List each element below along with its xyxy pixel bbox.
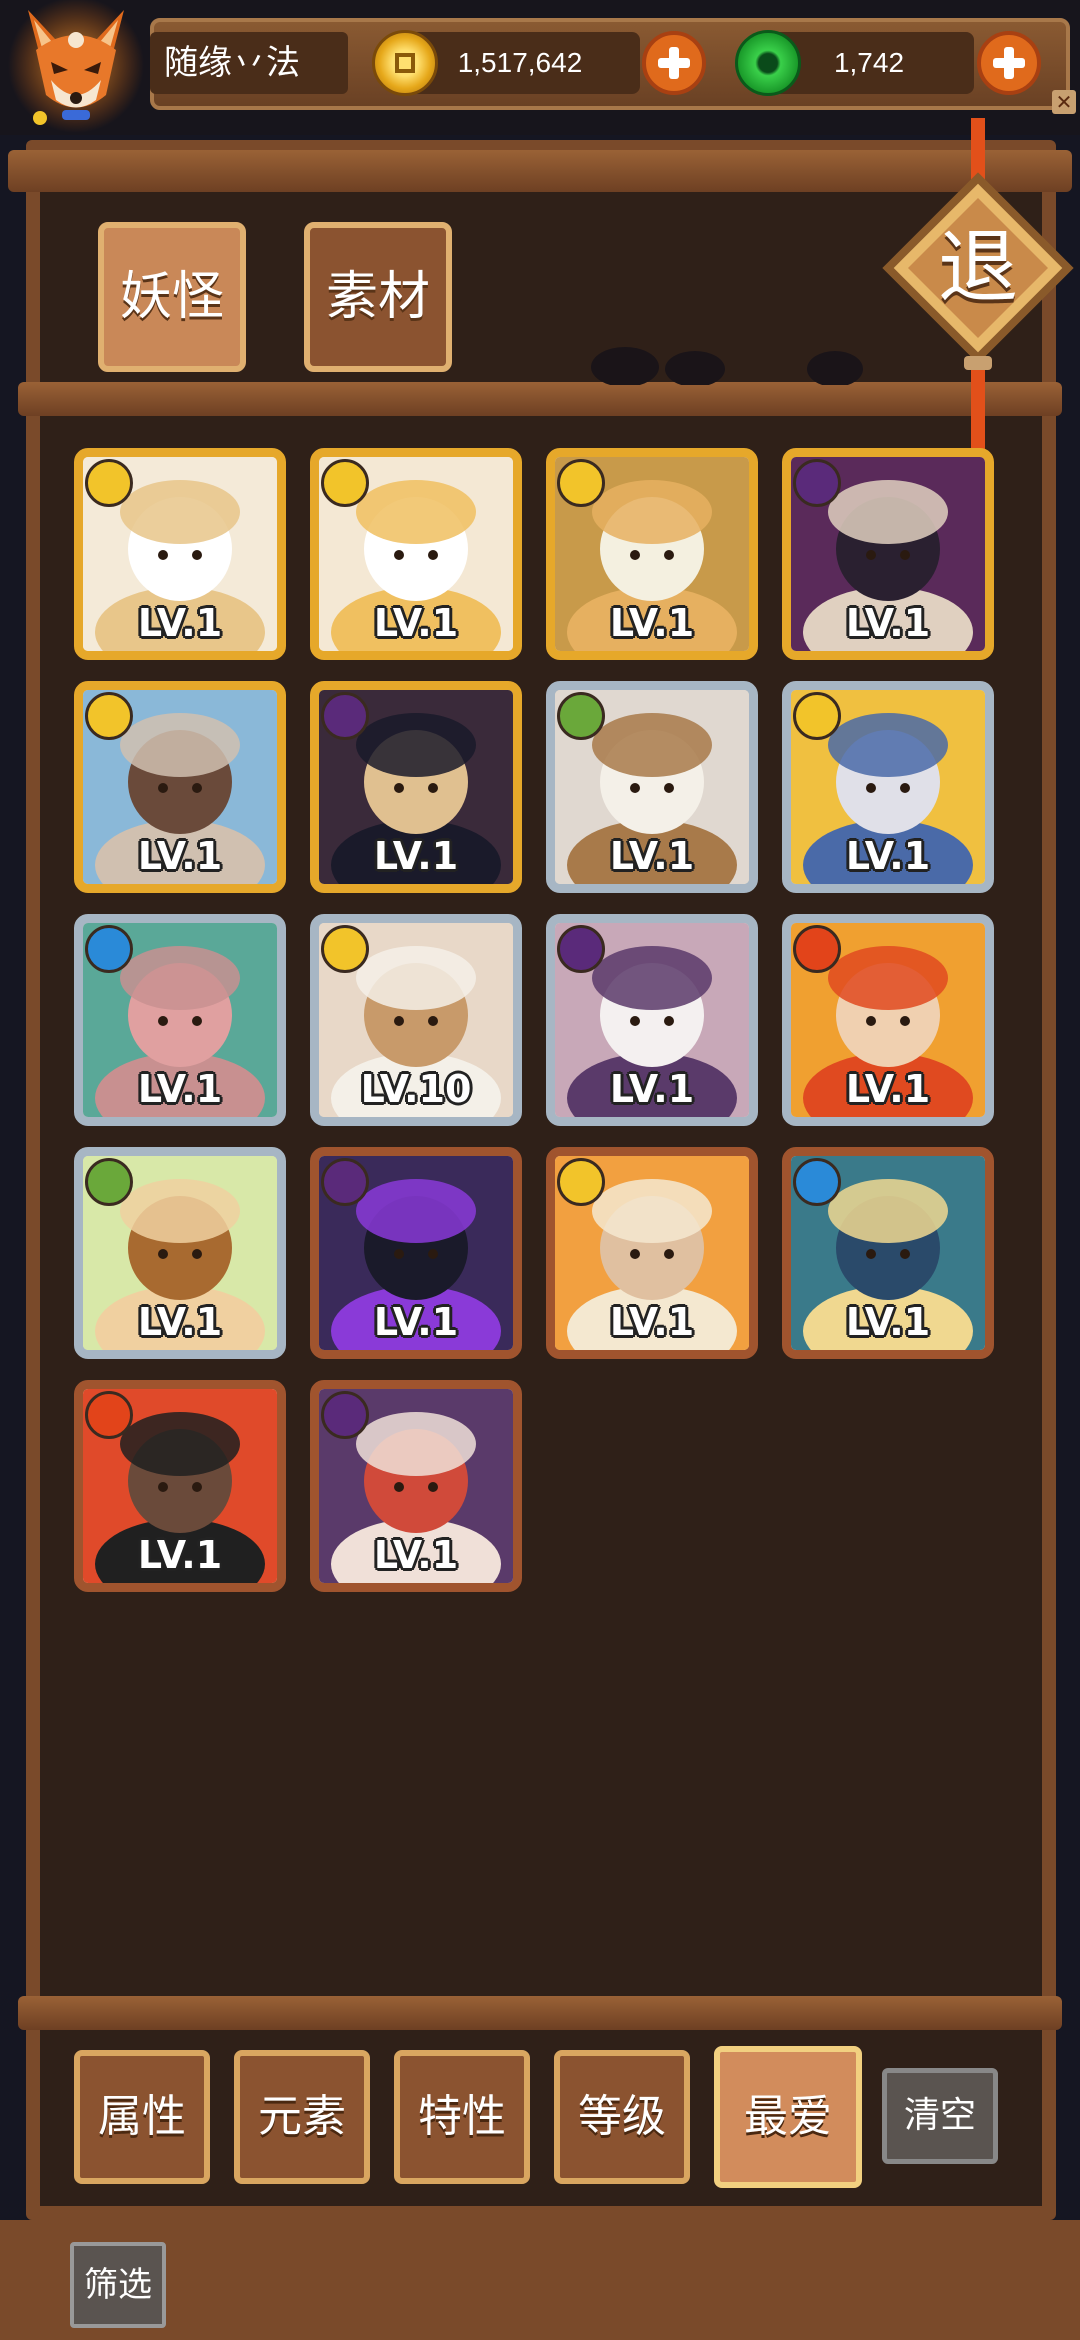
- monster-card[interactable]: LV.1: [74, 1147, 286, 1359]
- level-label: LV.1: [609, 601, 695, 645]
- level-label: LV.1: [373, 834, 459, 878]
- level-label: LV.1: [845, 601, 931, 645]
- level-label: LV.1: [137, 1533, 223, 1577]
- monster-card[interactable]: LV.1: [546, 914, 758, 1126]
- moon-element-icon: [321, 1158, 369, 1206]
- filter-element-button[interactable]: 元素: [234, 2050, 370, 2184]
- monster-card[interactable]: LV.1: [74, 681, 286, 893]
- monster-card[interactable]: LV.1: [782, 1147, 994, 1359]
- monster-card[interactable]: LV.10: [310, 914, 522, 1126]
- monster-card[interactable]: LV.1: [782, 914, 994, 1126]
- monster-card[interactable]: LV.1: [546, 448, 758, 660]
- gold-coin-icon: [372, 30, 438, 96]
- monster-card[interactable]: LV.1: [782, 448, 994, 660]
- monster-card[interactable]: LV.1: [74, 448, 286, 660]
- level-label: LV.10: [360, 1067, 472, 1111]
- monster-card[interactable]: LV.1: [74, 914, 286, 1126]
- level-label: LV.1: [137, 601, 223, 645]
- sun-element-icon: [557, 459, 605, 507]
- moon-element-icon: [321, 692, 369, 740]
- fox-avatar-icon: [8, 0, 144, 133]
- shadow-creatures-decoration: [585, 325, 865, 387]
- moon-element-icon: [793, 459, 841, 507]
- tab-materials[interactable]: 素材: [304, 222, 452, 372]
- filter-toggle-button[interactable]: 筛选: [70, 2242, 166, 2328]
- exit-button[interactable]: 退: [878, 118, 1078, 458]
- water-element-icon: [793, 1158, 841, 1206]
- jade-gem-icon: [735, 30, 801, 96]
- monster-card[interactable]: LV.1: [310, 448, 522, 660]
- monster-card[interactable]: LV.1: [310, 1147, 522, 1359]
- monster-card[interactable]: LV.1: [310, 681, 522, 893]
- player-name-box: 随缘丷法: [150, 32, 348, 94]
- monster-card[interactable]: LV.1: [546, 1147, 758, 1359]
- fire-element-icon: [85, 1391, 133, 1439]
- level-label: LV.1: [609, 834, 695, 878]
- filter-trait-button[interactable]: 特性: [394, 2050, 530, 2184]
- monster-card[interactable]: LV.1: [546, 681, 758, 893]
- add-coins-button[interactable]: [642, 31, 706, 95]
- leaf-element-icon: [85, 1158, 133, 1206]
- level-label: LV.1: [845, 1067, 931, 1111]
- tab-monsters[interactable]: 妖怪: [98, 222, 246, 372]
- filter-favorite-button[interactable]: 最爱: [714, 2046, 862, 2188]
- avatar[interactable]: [6, 0, 146, 135]
- level-label: LV.1: [137, 1300, 223, 1344]
- water-element-icon: [85, 925, 133, 973]
- sun-element-icon: [85, 459, 133, 507]
- exit-label: 退: [938, 221, 1018, 314]
- level-label: LV.1: [609, 1067, 695, 1111]
- moon-element-icon: [321, 1391, 369, 1439]
- add-gems-button[interactable]: [977, 31, 1041, 95]
- filter-level-button[interactable]: 等级: [554, 2050, 690, 2184]
- leaf-element-icon: [557, 692, 605, 740]
- moon-element-icon: [557, 925, 605, 973]
- level-label: LV.1: [137, 1067, 223, 1111]
- sun-element-icon: [85, 692, 133, 740]
- sun-element-icon: [321, 459, 369, 507]
- top-bar: 随缘丷法 1,517,642 1,742 ✕: [0, 0, 1080, 135]
- monster-grid: LV.1 LV.1 LV.1 LV.1 LV.1 LV.1 LV.1 LV.1 LV.1 LV.1…: [74, 448, 1004, 1608]
- sun-element-icon: [321, 925, 369, 973]
- bottom-rail: [18, 1996, 1062, 2030]
- sun-element-icon: [793, 692, 841, 740]
- monster-card[interactable]: LV.1: [74, 1380, 286, 1592]
- sun-element-icon: [557, 1158, 605, 1206]
- level-label: LV.1: [373, 1533, 459, 1577]
- level-label: LV.1: [845, 1300, 931, 1344]
- level-label: LV.1: [137, 834, 223, 878]
- monster-card[interactable]: LV.1: [782, 681, 994, 893]
- level-label: LV.1: [845, 834, 931, 878]
- close-icon[interactable]: ✕: [1052, 90, 1076, 114]
- monster-card[interactable]: LV.1: [310, 1380, 522, 1592]
- level-label: LV.1: [609, 1300, 695, 1344]
- filter-attribute-button[interactable]: 属性: [74, 2050, 210, 2184]
- player-name: 随缘丷法: [164, 43, 300, 83]
- level-label: LV.1: [373, 1300, 459, 1344]
- fire-element-icon: [793, 925, 841, 973]
- level-label: LV.1: [373, 601, 459, 645]
- clear-button[interactable]: 清空: [882, 2068, 998, 2164]
